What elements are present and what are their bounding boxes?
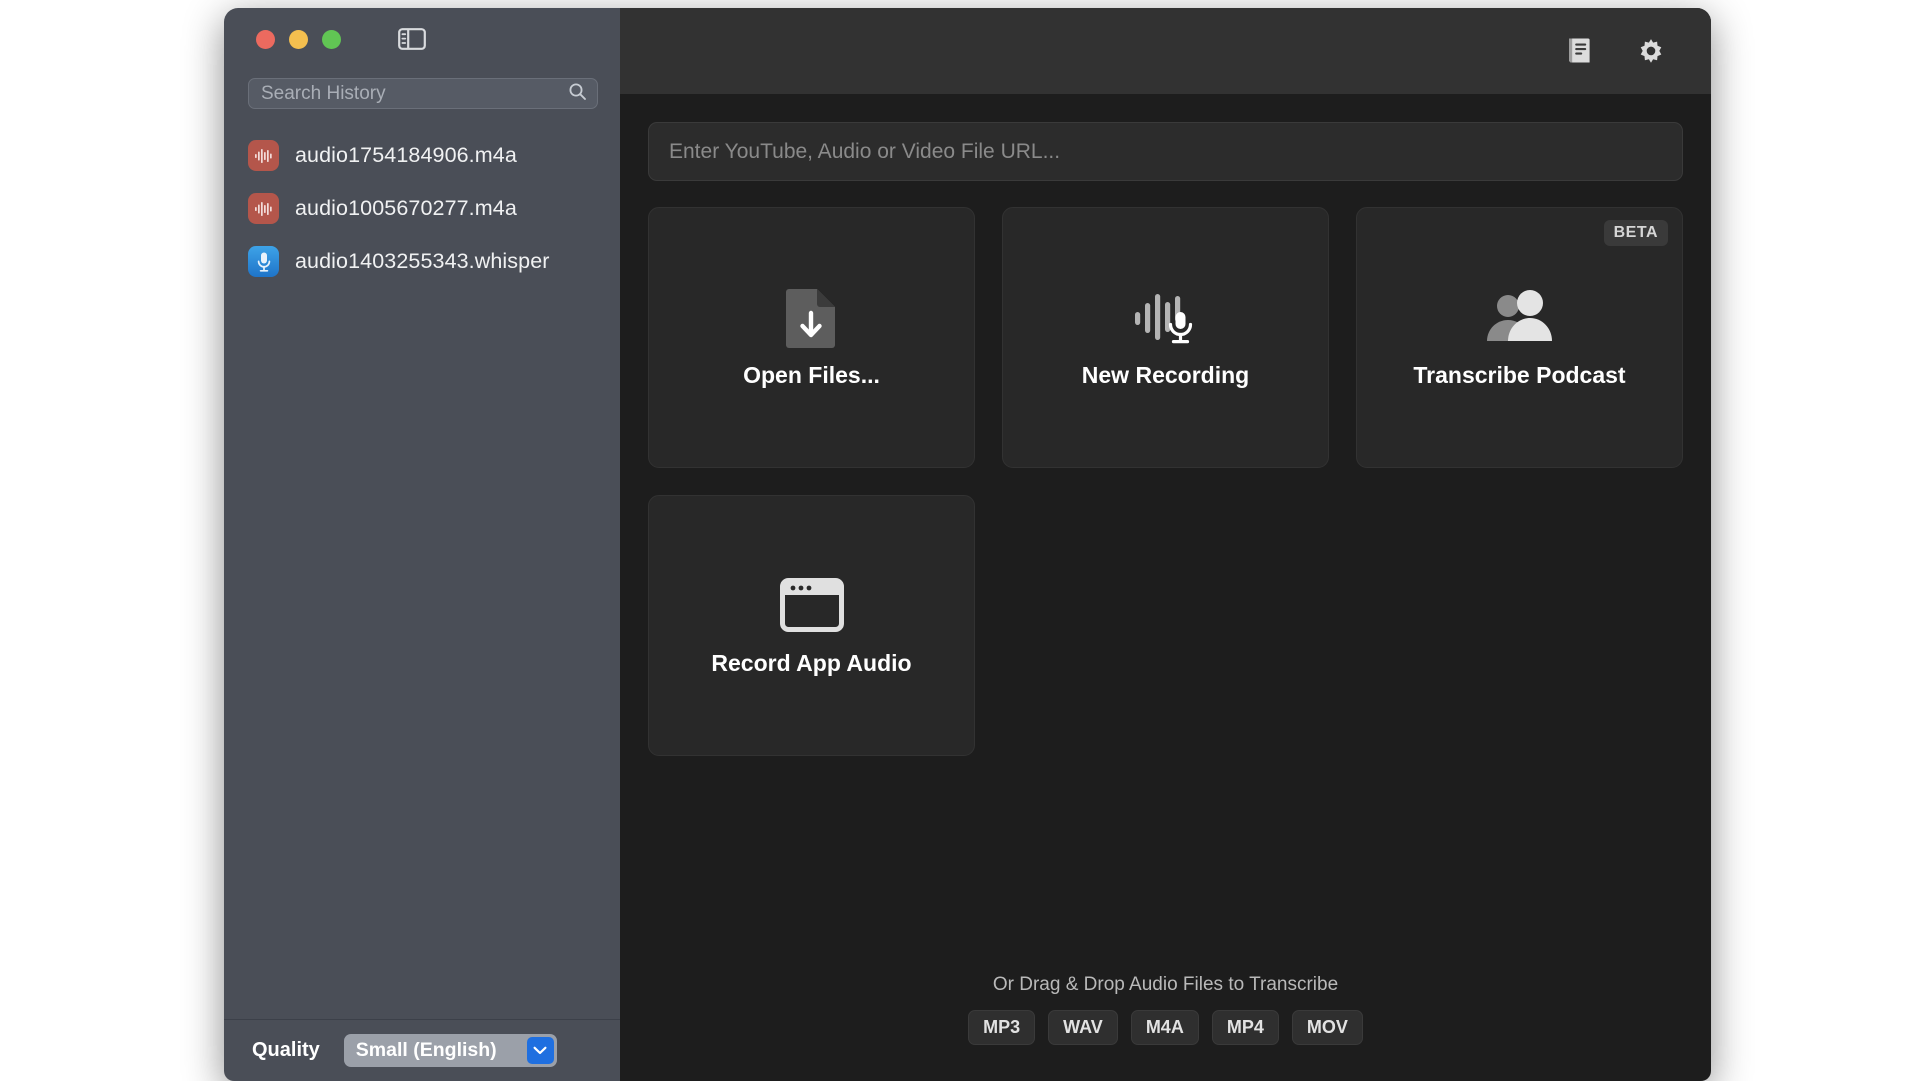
list-item-label: audio1754184906.m4a [295, 143, 517, 167]
drop-zone-text: Or Drag & Drop Audio Files to Transcribe [992, 974, 1339, 995]
main-body: Open Files... [620, 94, 1711, 1081]
audio-waveform-icon [248, 140, 279, 171]
microphone-icon [248, 246, 279, 277]
quality-select[interactable]: Small (English) [343, 1034, 557, 1067]
search-input[interactable] [261, 82, 568, 105]
format-badge: MOV [1291, 1010, 1363, 1045]
grid-spacer [1356, 495, 1683, 756]
card-label: Record App Audio [711, 650, 912, 676]
app-window: audio1754184906.m4a a [224, 8, 1711, 1081]
transcribe-podcast-card[interactable]: BETA Transcribe Podcast [1356, 207, 1683, 468]
maximize-window-button[interactable] [322, 29, 341, 49]
main-toolbar [620, 8, 1711, 94]
drop-zone-footer: Or Drag & Drop Audio Files to Transcribe… [648, 974, 1683, 1081]
format-badge: MP4 [1211, 1010, 1279, 1045]
quality-label: Quality [252, 1039, 320, 1061]
main-panel: Open Files... [620, 8, 1711, 1081]
window-titlebar [224, 8, 620, 70]
list-item[interactable]: audio1005670277.m4a [224, 182, 620, 235]
chevron-down-icon[interactable] [526, 1037, 554, 1064]
list-item[interactable]: audio1754184906.m4a [224, 129, 620, 182]
format-badge: WAV [1048, 1010, 1118, 1045]
action-card-grid-row1: Open Files... New Recording BETA Transcr… [648, 207, 1683, 468]
audio-waveform-icon [248, 193, 279, 224]
open-files-card[interactable]: Open Files... [648, 207, 975, 468]
two-people-icon [1483, 286, 1557, 348]
action-card-grid-row2: Record App Audio [648, 495, 1683, 756]
file-download-icon [785, 286, 839, 348]
app-window-icon [779, 574, 844, 636]
list-item-label: audio1403255343.whisper [295, 249, 550, 273]
grid-spacer [1002, 495, 1329, 756]
list-item[interactable]: audio1403255343.whisper [224, 235, 620, 288]
format-badge-list: MP3 WAV M4A MP4 MOV [968, 1010, 1363, 1045]
status-badge: BETA [1603, 220, 1668, 246]
history-list: audio1754184906.m4a audio1005670277.m4a … [224, 119, 620, 1019]
card-label: New Recording [1081, 362, 1250, 388]
url-input[interactable] [648, 122, 1683, 181]
format-badge: M4A [1130, 1010, 1199, 1045]
card-label: Transcribe Podcast [1413, 362, 1626, 388]
quality-selected-value: Small (English) [355, 1039, 497, 1061]
record-app-audio-card[interactable]: Record App Audio [648, 495, 975, 756]
sidebar: audio1754184906.m4a a [224, 8, 620, 1081]
format-badge: MP3 [968, 1010, 1036, 1045]
card-label: Open Files... [743, 362, 880, 388]
book-icon[interactable] [1563, 35, 1595, 67]
search-history-field[interactable] [248, 78, 598, 109]
minimize-window-button[interactable] [289, 29, 308, 49]
waveform-microphone-icon [1133, 286, 1199, 348]
gear-icon[interactable] [1635, 35, 1667, 67]
close-window-button[interactable] [256, 29, 275, 49]
search-icon [568, 82, 587, 106]
quality-bar: Quality Small (English) [224, 1019, 620, 1081]
new-recording-card[interactable]: New Recording [1002, 207, 1329, 468]
list-item-label: audio1005670277.m4a [295, 196, 517, 220]
sidebar-toggle-icon[interactable] [397, 27, 427, 51]
